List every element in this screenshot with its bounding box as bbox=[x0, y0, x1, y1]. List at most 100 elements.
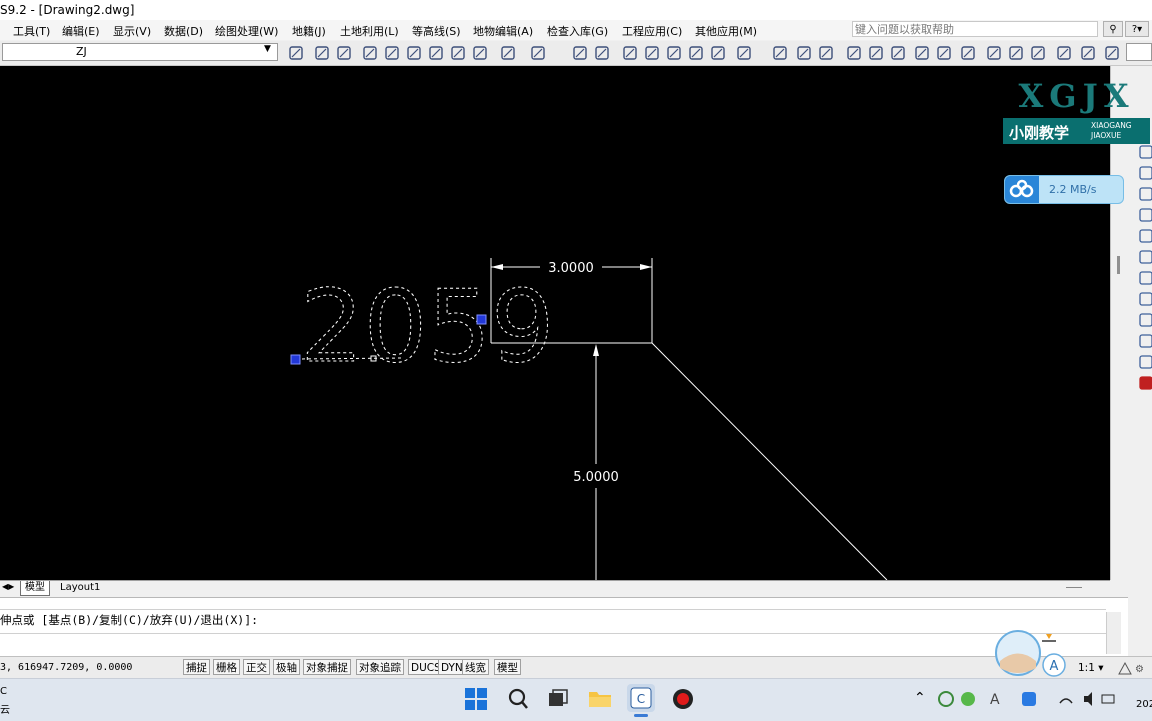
house-icon[interactable] bbox=[936, 45, 952, 61]
menu-item[interactable]: 检查入库(G) bbox=[547, 23, 608, 39]
drawing-canvas[interactable]: 2059 3.0000 5.0000 bbox=[0, 66, 1110, 580]
svg-text:⚙: ⚙ bbox=[1135, 664, 1144, 675]
grip-handle[interactable] bbox=[290, 354, 301, 365]
side-tool-icon[interactable] bbox=[1138, 312, 1152, 328]
grip-handle[interactable] bbox=[476, 314, 487, 325]
rotate-icon[interactable] bbox=[666, 45, 682, 61]
help-icon[interactable] bbox=[736, 45, 752, 61]
side-tool-icon[interactable] bbox=[1138, 186, 1152, 202]
ellipse-icon[interactable] bbox=[868, 45, 884, 61]
tray-icons[interactable]: A bbox=[936, 689, 1116, 712]
command-scrollbar[interactable] bbox=[1106, 612, 1121, 654]
side-tool-icon[interactable] bbox=[1138, 270, 1152, 286]
status-toggle[interactable]: 极轴 bbox=[273, 659, 300, 675]
status-tray-icons[interactable]: ⚙ bbox=[1117, 660, 1151, 679]
side-tool-icon[interactable] bbox=[1138, 249, 1152, 265]
side-tool-icon[interactable] bbox=[1138, 207, 1152, 223]
logo-en-line1: XIAOGANG bbox=[1091, 121, 1132, 130]
side-tool-icon[interactable] bbox=[1138, 144, 1152, 160]
menu-item[interactable]: 编辑(E) bbox=[62, 23, 100, 39]
tray-chevron-up-icon[interactable]: ⌃ bbox=[914, 690, 926, 706]
flag-icon[interactable] bbox=[914, 45, 930, 61]
hscroll-grip[interactable] bbox=[1066, 587, 1082, 588]
scrollbar-thumb[interactable] bbox=[1117, 256, 1120, 274]
zoom-icon[interactable] bbox=[1104, 45, 1120, 61]
tree-icon[interactable] bbox=[986, 45, 1002, 61]
zoom-previous-icon[interactable] bbox=[472, 45, 488, 61]
dim-icon[interactable] bbox=[772, 45, 788, 61]
drawing-text-2059[interactable]: 2059 bbox=[300, 268, 556, 386]
status-toggle[interactable]: 模型 bbox=[494, 659, 521, 675]
cass-app-icon[interactable]: C bbox=[627, 684, 655, 712]
menu-item[interactable]: 显示(V) bbox=[113, 23, 151, 39]
floating-avatar[interactable]: A bbox=[994, 628, 1066, 678]
file-explorer-icon[interactable] bbox=[588, 687, 612, 712]
zoom-window-icon[interactable] bbox=[428, 45, 444, 61]
erase-icon[interactable] bbox=[384, 45, 400, 61]
menu-item[interactable]: 其他应用(M) bbox=[695, 23, 757, 39]
search-button[interactable]: ⚲ bbox=[1103, 21, 1123, 37]
menu-item[interactable]: 绘图处理(W) bbox=[215, 23, 278, 39]
arc-icon[interactable] bbox=[890, 45, 906, 61]
tab-layout1[interactable]: Layout1 bbox=[56, 581, 104, 595]
search-icon[interactable] bbox=[507, 688, 529, 713]
side-tool-icon[interactable] bbox=[1138, 375, 1152, 391]
undo-icon[interactable] bbox=[500, 45, 516, 61]
save-icon[interactable] bbox=[336, 45, 352, 61]
toolbar-input[interactable] bbox=[1126, 43, 1152, 61]
elev-icon[interactable] bbox=[818, 45, 834, 61]
status-toggle[interactable]: 捕捉 bbox=[183, 659, 210, 675]
windows-start-icon[interactable] bbox=[465, 688, 487, 713]
status-toggle[interactable]: 正交 bbox=[243, 659, 270, 675]
move-icon[interactable] bbox=[644, 45, 660, 61]
menu-item[interactable]: 地物编辑(A) bbox=[473, 23, 533, 39]
side-tool-icon[interactable] bbox=[1138, 333, 1152, 349]
help-button[interactable]: ?▾ bbox=[1125, 21, 1149, 37]
menu-item[interactable]: 工具(T) bbox=[13, 23, 50, 39]
open-icon[interactable] bbox=[314, 45, 330, 61]
fence-icon[interactable] bbox=[960, 45, 976, 61]
avatar-letter: A bbox=[1050, 659, 1059, 674]
weather-label: C bbox=[0, 686, 7, 697]
grid-icon[interactable] bbox=[572, 45, 588, 61]
lines-icon[interactable] bbox=[288, 45, 304, 61]
entity-line[interactable] bbox=[651, 342, 888, 580]
angle-icon[interactable] bbox=[796, 45, 812, 61]
menu-item[interactable]: 土地利用(L) bbox=[340, 23, 399, 39]
help-search-input[interactable]: 键入问题以获取帮助 bbox=[852, 21, 1098, 37]
annotation-scale[interactable]: 1:1 ▾ bbox=[1078, 662, 1104, 674]
task-view-icon[interactable] bbox=[547, 688, 569, 713]
menu-item[interactable]: 工程应用(C) bbox=[622, 23, 682, 39]
hatch-icon[interactable] bbox=[1080, 45, 1096, 61]
menu-item[interactable]: 等高线(S) bbox=[412, 23, 461, 39]
window-title: S9.2 - [Drawing2.dwg] bbox=[0, 3, 135, 17]
chevron-down-icon[interactable]: ▼ bbox=[264, 44, 271, 54]
zoom-realtime-icon[interactable] bbox=[406, 45, 422, 61]
status-toggle[interactable]: 栅格 bbox=[213, 659, 240, 675]
edit-icon[interactable] bbox=[622, 45, 638, 61]
point-icon[interactable] bbox=[1030, 45, 1046, 61]
side-tool-icon[interactable] bbox=[1138, 228, 1152, 244]
tab-scroll-icon[interactable]: ◀▶ bbox=[2, 582, 14, 591]
polyline-icon[interactable] bbox=[710, 45, 726, 61]
circle-icon[interactable] bbox=[846, 45, 862, 61]
side-tool-icon[interactable] bbox=[1138, 354, 1152, 370]
menu-item[interactable]: 地籍(J) bbox=[292, 23, 326, 39]
layer-dropdown[interactable] bbox=[2, 43, 278, 61]
tab-model[interactable]: 模型 bbox=[20, 581, 50, 596]
side-tool-icon[interactable] bbox=[1138, 165, 1152, 181]
line-icon[interactable] bbox=[688, 45, 704, 61]
redo-icon[interactable] bbox=[530, 45, 546, 61]
command-input[interactable] bbox=[0, 634, 1106, 654]
text-icon[interactable] bbox=[1056, 45, 1072, 61]
record-icon[interactable] bbox=[672, 688, 694, 713]
zoom-extents-icon[interactable] bbox=[450, 45, 466, 61]
side-tool-icon[interactable] bbox=[1138, 291, 1152, 307]
sign-icon[interactable] bbox=[1008, 45, 1024, 61]
calc-icon[interactable] bbox=[594, 45, 610, 61]
status-toggle[interactable]: 线宽 bbox=[462, 659, 489, 675]
status-toggle[interactable]: 对象捕捉 bbox=[303, 659, 351, 675]
pen-icon[interactable] bbox=[362, 45, 378, 61]
menu-item[interactable]: 数据(D) bbox=[164, 23, 203, 39]
status-toggle[interactable]: 对象追踪 bbox=[356, 659, 404, 675]
